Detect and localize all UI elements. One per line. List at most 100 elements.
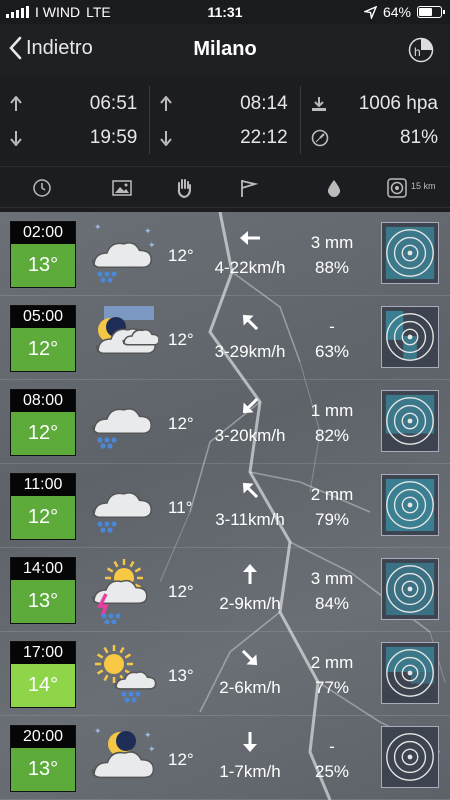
weather-cloud-rain-icon	[91, 492, 152, 533]
weather-sun-cloud-rain-icon	[95, 645, 157, 703]
radar-range: 15 km	[411, 181, 436, 191]
battery-percent: 64%	[382, 4, 411, 20]
radar-thumbnail[interactable]	[381, 558, 439, 620]
forecast-time: 17:00	[11, 642, 75, 664]
time-temp-box: 02:00 13°	[10, 221, 76, 288]
radar-thumbnail[interactable]	[381, 726, 439, 788]
wind-speed: 1-7km/h	[219, 762, 281, 781]
forecast-row[interactable]: 05:00 12° 12° 3-29km/h - 63%	[0, 296, 450, 380]
h-clock-icon[interactable]: h	[408, 37, 434, 63]
forecast-row[interactable]: 08:00 12° 12° 3-20km/h 1 mm 82%	[0, 380, 450, 464]
forecast-row[interactable]: 14:00 13° 12° 2-9km/h 3 mm 84%	[0, 548, 450, 632]
time-temp-box: 11:00 12°	[10, 473, 76, 540]
rain-amount: 3 mm	[310, 233, 354, 252]
radar-thumbnail[interactable]	[381, 390, 439, 452]
forecast-time: 20:00	[11, 726, 75, 748]
moonset-time: 22:12	[240, 127, 288, 148]
page-title: Milano	[193, 38, 257, 60]
sunset-time: 19:59	[89, 127, 138, 148]
forecast-temperature: 13°	[11, 244, 75, 287]
rain-probability: 79%	[314, 510, 350, 529]
weather-moon-cloud-fog-icon	[95, 306, 158, 355]
forecast-temperature: 13°	[11, 580, 75, 623]
weather-cloud-rain-icon	[91, 408, 152, 449]
radar-thumbnail[interactable]	[381, 222, 439, 284]
svg-text:✦: ✦	[148, 241, 156, 251]
rain-probability: 88%	[314, 258, 350, 277]
time-temp-box: 17:00 14°	[10, 641, 76, 708]
wind-speed: 3-29km/h	[214, 342, 286, 361]
rain-amount: -	[329, 737, 335, 756]
rain-probability: 63%	[314, 342, 350, 361]
sunset-arrow-icon	[10, 131, 22, 146]
rain-probability: 82%	[314, 426, 350, 445]
svg-text:✦: ✦	[94, 223, 102, 233]
rain-amount: 1 mm	[310, 401, 354, 420]
rain-probability: 77%	[314, 678, 350, 697]
forecast-time: 11:00	[11, 474, 75, 496]
wind-direction-arrow-icon	[242, 314, 259, 331]
rain-amount: -	[329, 317, 335, 336]
moon-column: 08:14 22:12	[150, 86, 301, 154]
svg-text:✦: ✦	[144, 731, 152, 741]
rain-amount: 2 mm	[310, 653, 354, 672]
time-temp-box: 05:00 12°	[10, 305, 76, 372]
pressure-value: 1006 hpa	[358, 93, 438, 114]
weather-cloud-rain-night-icon: ✦ ✦ ✦	[91, 223, 156, 283]
svg-text:h: h	[414, 45, 421, 59]
forecast-time: 02:00	[11, 222, 75, 244]
radar-thumbnail[interactable]	[381, 474, 439, 536]
time-temp-box: 14:00 13°	[10, 557, 76, 624]
rain-amount: 3 mm	[310, 569, 354, 588]
forecast-list[interactable]: 02:00 13° ✦ ✦ ✦ 12° 4-22km/h 3 mm 88% 05:0…	[0, 212, 450, 800]
forecast-time: 14:00	[11, 558, 75, 580]
wind-direction-arrow-icon	[240, 231, 260, 245]
wind-speed: 3-11km/h	[215, 510, 285, 529]
radar-thumbnail[interactable]	[381, 642, 439, 704]
moonrise-time: 08:14	[240, 93, 288, 114]
forecast-temperature: 12°	[11, 412, 75, 455]
forecast-time: 05:00	[11, 306, 75, 328]
svg-text:✦: ✦	[144, 227, 152, 237]
wind-speed: 4-22km/h	[214, 258, 286, 277]
forecast-row[interactable]: 17:00 14° 13° 2-6km/h 2 mm 77%	[0, 632, 450, 716]
sunrise-time: 06:51	[89, 93, 138, 114]
status-bar: I WIND LTE 11:31 64%	[0, 0, 450, 24]
moonset-arrow-icon	[160, 131, 173, 146]
flag-icon[interactable]	[238, 177, 260, 199]
rain-probability: 25%	[314, 762, 350, 781]
forecast-row[interactable]: 20:00 13° ✦ ✦ ✦ 12° 1-7km/h - 25%	[0, 716, 450, 800]
svg-text:✦: ✦	[94, 727, 102, 737]
perceived-temperature: 11°	[168, 498, 193, 517]
forecast-temperature: 13°	[11, 748, 75, 791]
weather-sun-cloud-storm-icon	[92, 559, 148, 624]
svg-text:✦: ✦	[148, 745, 156, 755]
hand-icon[interactable]	[173, 177, 195, 199]
rain-amount: 2 mm	[310, 485, 354, 504]
wind-direction-arrow-icon	[242, 482, 259, 499]
sunrise-arrow-icon	[10, 96, 22, 111]
forecast-temperature: 12°	[11, 496, 75, 539]
moonrise-arrow-icon	[160, 96, 173, 111]
pressure-column: 1006 hpa 81%	[301, 86, 450, 154]
radar-icon[interactable]	[386, 177, 408, 199]
image-icon[interactable]	[111, 177, 133, 199]
weather-moon-cloud-icon: ✦ ✦ ✦	[91, 727, 156, 779]
clock-icon[interactable]	[31, 177, 53, 199]
wind-direction-arrow-icon	[241, 649, 258, 666]
forecast-temperature: 14°	[11, 664, 75, 707]
forecast-temperature: 12°	[11, 328, 75, 371]
time-temp-box: 20:00 13°	[10, 725, 76, 792]
sun-column: 06:51 19:59	[0, 86, 151, 154]
humidity-value: 81%	[399, 127, 438, 148]
rain-probability: 84%	[314, 594, 350, 613]
radar-thumbnail[interactable]	[381, 306, 439, 368]
status-right: 64%	[363, 4, 445, 20]
forecast-row[interactable]: 02:00 13° ✦ ✦ ✦ 12° 4-22km/h 3 mm 88%	[0, 212, 450, 296]
gauge-icon	[311, 129, 328, 147]
wind-direction-arrow-icon	[242, 397, 259, 414]
wind-speed: 2-9km/h	[219, 594, 281, 613]
drop-icon[interactable]	[323, 177, 345, 199]
column-header: 15 km	[0, 166, 450, 208]
forecast-row[interactable]: 11:00 12° 11° 3-11km/h 2 mm 79%	[0, 464, 450, 548]
